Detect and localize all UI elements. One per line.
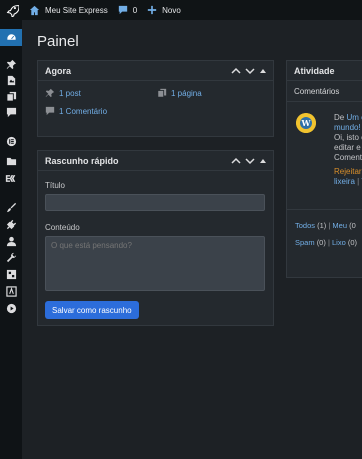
new-content-link[interactable]: Novo <box>142 0 186 20</box>
widget-title: Rascunho rápido <box>45 155 119 166</box>
menu-appearance[interactable] <box>0 199 22 216</box>
comments-subheading: Comentários <box>287 81 362 102</box>
menu-comments[interactable] <box>0 104 22 121</box>
comments-link[interactable]: 0 <box>113 0 142 20</box>
filter-all-count: (1) <box>317 221 327 230</box>
home-icon <box>29 5 40 15</box>
toggle-panel-icon[interactable] <box>259 67 267 75</box>
glance-pages-label: 1 página <box>171 88 202 98</box>
quick-draft-widget: Rascunho rápido Título Conteúdo Salvar c… <box>37 150 274 326</box>
trash-link[interactable]: lixeira <box>334 177 355 186</box>
filter-trash-count: (0) <box>347 238 358 247</box>
user-icon <box>6 236 16 247</box>
wrench-icon <box>6 252 16 263</box>
move-down-icon[interactable] <box>245 67 255 75</box>
widget-controls <box>231 157 267 165</box>
menu-elementor[interactable] <box>0 133 22 150</box>
comment-post-link[interactable]: mundo! <box>334 123 362 133</box>
content-textarea[interactable] <box>45 236 265 291</box>
comments-icon <box>6 107 16 118</box>
menu-extra-plugin[interactable] <box>0 283 22 300</box>
wordpress-logo-icon: W <box>296 113 316 133</box>
elementor-icon <box>6 136 16 147</box>
filter-spam-link[interactable]: Spam <box>295 238 315 247</box>
settings-grid-icon <box>6 269 16 280</box>
widget-header: Rascunho rápido <box>38 151 273 171</box>
comment-excerpt-line: Coment <box>334 153 362 162</box>
plugin-icon <box>6 219 16 230</box>
toggle-panel-icon[interactable] <box>259 157 267 165</box>
comment-excerpt-line: Oi, isto é <box>334 133 362 142</box>
menu-media[interactable] <box>0 72 22 89</box>
new-label: Novo <box>162 5 181 15</box>
filter-spam-count: (0) <box>316 238 326 247</box>
comment-body: De Um c mundo! Oi, isto é editar e Comen… <box>334 113 362 187</box>
menu-posts[interactable] <box>0 56 22 73</box>
site-name: Meu Site Express <box>45 5 108 15</box>
comment-author-link[interactable]: Um c <box>346 113 362 122</box>
activity-widget: Atividade Comentários W De Um c mundo! O… <box>286 60 362 278</box>
title-input[interactable] <box>45 194 265 211</box>
comment-filters: Todos (1) | Meu (0 Spam (0) | Lixo (0) <box>287 209 362 258</box>
site-name-link[interactable]: Meu Site Express <box>24 0 113 20</box>
page-title: Painel <box>37 33 79 50</box>
menu-settings[interactable] <box>0 266 22 283</box>
glance-posts-link[interactable]: 1 post <box>45 88 157 98</box>
wordpress-menu[interactable] <box>0 0 24 20</box>
glance-list: 1 post 1 página 1 Comentário <box>38 81 273 123</box>
folder-icon <box>6 157 16 166</box>
menu-templates[interactable] <box>0 153 22 170</box>
rocket-icon <box>6 4 19 17</box>
widget-title: Agora <box>45 65 72 76</box>
widget-controls <box>231 67 267 75</box>
plugin-square-icon <box>5 286 17 297</box>
glance-comments-link[interactable]: 1 Comentário <box>45 106 157 116</box>
filter-all-link[interactable]: Todos <box>295 221 315 230</box>
admin-bar: Meu Site Express 0 Novo <box>0 0 362 20</box>
pages-icon <box>157 88 167 98</box>
glance-posts-label: 1 post <box>59 88 81 98</box>
play-circle-icon <box>6 303 16 314</box>
menu-elementskit[interactable] <box>0 170 22 187</box>
menu-pages[interactable] <box>0 88 22 105</box>
glance-comments-label: 1 Comentário <box>59 106 108 116</box>
pushpin-icon <box>6 59 16 70</box>
menu-dashboard[interactable] <box>0 29 22 46</box>
comment-count: 0 <box>132 5 138 15</box>
menu-media-player[interactable] <box>0 300 22 317</box>
move-up-icon[interactable] <box>231 67 241 75</box>
comment-bubble-icon <box>45 106 55 116</box>
comment-excerpt-line: editar e <box>334 143 361 152</box>
menu-tools[interactable] <box>0 249 22 266</box>
admin-menu <box>0 20 22 459</box>
elementskit-icon <box>5 175 16 182</box>
avatar: W <box>296 113 316 133</box>
move-up-icon[interactable] <box>231 157 241 165</box>
filter-mine-link[interactable]: Meu <box>332 221 347 230</box>
pages-icon <box>5 91 16 102</box>
content-label: Conteúdo <box>45 223 80 232</box>
glance-pages-link[interactable]: 1 página <box>157 88 257 98</box>
widget-title: Atividade <box>294 65 335 76</box>
plus-icon <box>147 5 157 15</box>
menu-users[interactable] <box>0 233 22 250</box>
paintbrush-icon <box>6 202 16 213</box>
comment-prefix: De <box>334 113 345 122</box>
widget-header: Atividade <box>287 61 362 81</box>
dashboard-gauge-icon <box>5 33 17 41</box>
widget-header: Agora <box>38 61 273 81</box>
quick-draft-form: Título Conteúdo Salvar como rascunho <box>38 171 273 329</box>
save-draft-button[interactable]: Salvar como rascunho <box>45 301 139 319</box>
comment-bubble-icon <box>118 5 127 15</box>
svg-text:W: W <box>301 118 312 128</box>
filter-trash-link[interactable]: Lixo <box>332 238 346 247</box>
move-down-icon[interactable] <box>245 157 255 165</box>
at-a-glance-widget: Agora 1 post 1 página 1 Comentário <box>37 60 274 137</box>
title-label: Título <box>45 181 66 190</box>
reject-link[interactable]: Rejeitar <box>334 167 362 176</box>
pushpin-icon <box>45 88 55 98</box>
media-icon <box>7 75 15 86</box>
menu-plugins[interactable] <box>0 216 22 233</box>
filter-mine-count: (0 <box>349 221 356 230</box>
